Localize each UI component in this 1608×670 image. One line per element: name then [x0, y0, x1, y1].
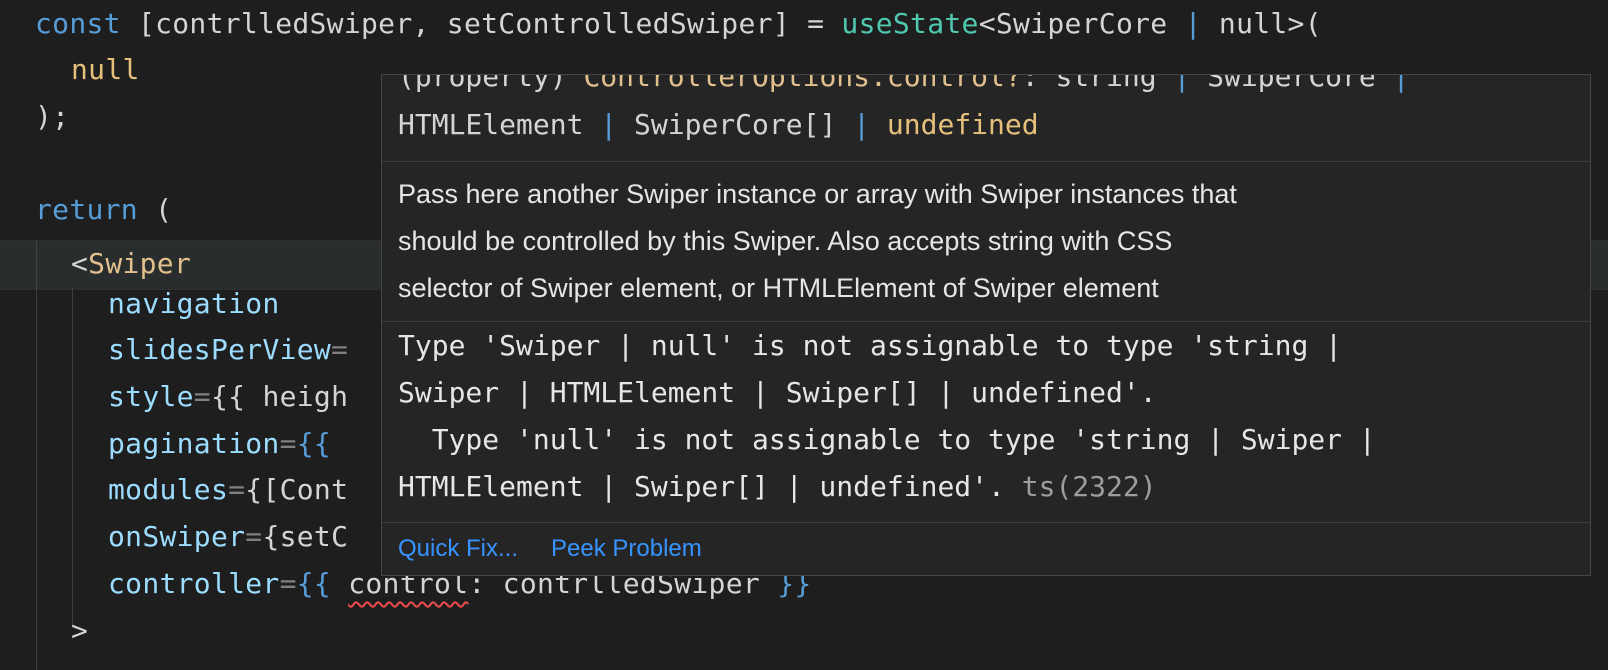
problem-line: Type 'null' is not assignable to type 's…: [398, 423, 1376, 456]
brace-open: {{: [296, 567, 349, 600]
signature-type: HTMLElement: [398, 108, 601, 141]
equals-sign: =: [279, 567, 297, 600]
indent-guide: [36, 240, 37, 670]
attr-style: style: [108, 380, 194, 413]
attr-controller: controller: [108, 567, 280, 600]
peek-problem-link[interactable]: Peek Problem: [551, 523, 702, 575]
problem-line: Type 'Swiper | null' is not assignable t…: [398, 329, 1343, 362]
union-pipe: |: [1392, 75, 1410, 93]
generic-open: <SwiperCore: [978, 7, 1185, 40]
signature-undefined: undefined: [870, 108, 1039, 141]
hover-widget[interactable]: (property) ControllerOptions.control?: s…: [381, 74, 1591, 576]
attr-value: {{ heigh: [210, 380, 349, 413]
doc-line: selector of Swiper element, or HTMLEleme…: [398, 273, 1159, 303]
code-line: style={{ heigh: [108, 373, 348, 421]
close-paren: );: [35, 100, 70, 133]
tag-open-bracket: <: [71, 247, 89, 280]
attr-value: {{: [296, 427, 332, 460]
problem-line: HTMLElement | Swiper[] | undefined'. ts(…: [398, 463, 1157, 511]
attr-on-swiper: onSwiper: [108, 520, 246, 553]
code-editor[interactable]: const [contrlledSwiper, setControlledSwi…: [0, 0, 1608, 670]
equals-sign: =: [331, 333, 349, 366]
keyword-return: return: [35, 193, 138, 226]
jsx-tag-swiper: Swiper: [88, 247, 192, 280]
doc-line: Pass here another Swiper instance or arr…: [398, 179, 1237, 209]
union-pipe: |: [600, 108, 618, 141]
code-line: );: [35, 93, 69, 141]
code-line: return (: [35, 186, 172, 234]
problem-text: HTMLElement | Swiper[] | undefined'.: [398, 470, 1022, 503]
hover-signature: (property) ControllerOptions.control?: s…: [382, 75, 1590, 162]
code-line: modules={[Cont: [108, 466, 348, 514]
union-pipe: |: [1184, 7, 1202, 40]
destructure-text: [contrlledSwiper, setControlledSwiper] =: [120, 7, 842, 40]
signature-kind: (property): [398, 75, 584, 93]
generic-close: null>(: [1201, 7, 1322, 40]
signature-type: SwiperCore: [1190, 75, 1393, 93]
indent-guide: [72, 288, 73, 624]
equals-sign: =: [228, 473, 246, 506]
attr-value: {[Cont: [245, 473, 349, 506]
problem-code: ts(2322): [1021, 470, 1157, 503]
tag-close-bracket: >: [71, 614, 89, 647]
code-line: navigation: [108, 280, 280, 328]
union-pipe: |: [853, 108, 871, 141]
signature-line: (property) ControllerOptions.control?: s…: [398, 75, 1409, 101]
attr-modules: modules: [108, 473, 229, 506]
hover-problem: Type 'Swiper | null' is not assignable t…: [382, 322, 1590, 523]
attr-slides-per-view: slidesPerView: [108, 333, 332, 366]
equals-sign: =: [279, 427, 297, 460]
signature-line: HTMLElement | SwiperCore[] | undefined: [398, 101, 1039, 149]
attr-value: {setC: [262, 520, 349, 553]
problem-line: Swiper | HTMLElement | Swiper[] | undefi…: [398, 376, 1157, 409]
null-literal: null: [71, 53, 140, 86]
code-line: onSwiper={setC: [108, 513, 348, 561]
equals-sign: =: [245, 520, 263, 553]
doc-line: should be controlled by this Swiper. Als…: [398, 226, 1173, 256]
code-line: pagination={{: [108, 420, 331, 468]
code-line: slidesPerView=: [108, 326, 348, 374]
code-line: null: [71, 46, 140, 94]
open-paren: (: [137, 193, 173, 226]
code-line: const [contrlledSwiper, setControlledSwi…: [35, 0, 1322, 48]
code-line: >: [71, 607, 88, 655]
equals-sign: =: [193, 380, 211, 413]
keyword-const: const: [35, 7, 121, 40]
quick-fix-link[interactable]: Quick Fix...: [398, 523, 518, 575]
attr-navigation: navigation: [108, 287, 280, 320]
union-pipe: |: [1173, 75, 1191, 93]
hover-actions: Quick Fix... Peek Problem: [382, 523, 1590, 575]
signature-name: ControllerOptions.control?: [583, 75, 1022, 93]
signature-type: : string: [1021, 75, 1174, 93]
attr-pagination: pagination: [108, 427, 280, 460]
function-usestate: useState: [841, 7, 979, 40]
hover-documentation: Pass here another Swiper instance or arr…: [382, 162, 1590, 322]
signature-type: SwiperCore[]: [617, 108, 854, 141]
